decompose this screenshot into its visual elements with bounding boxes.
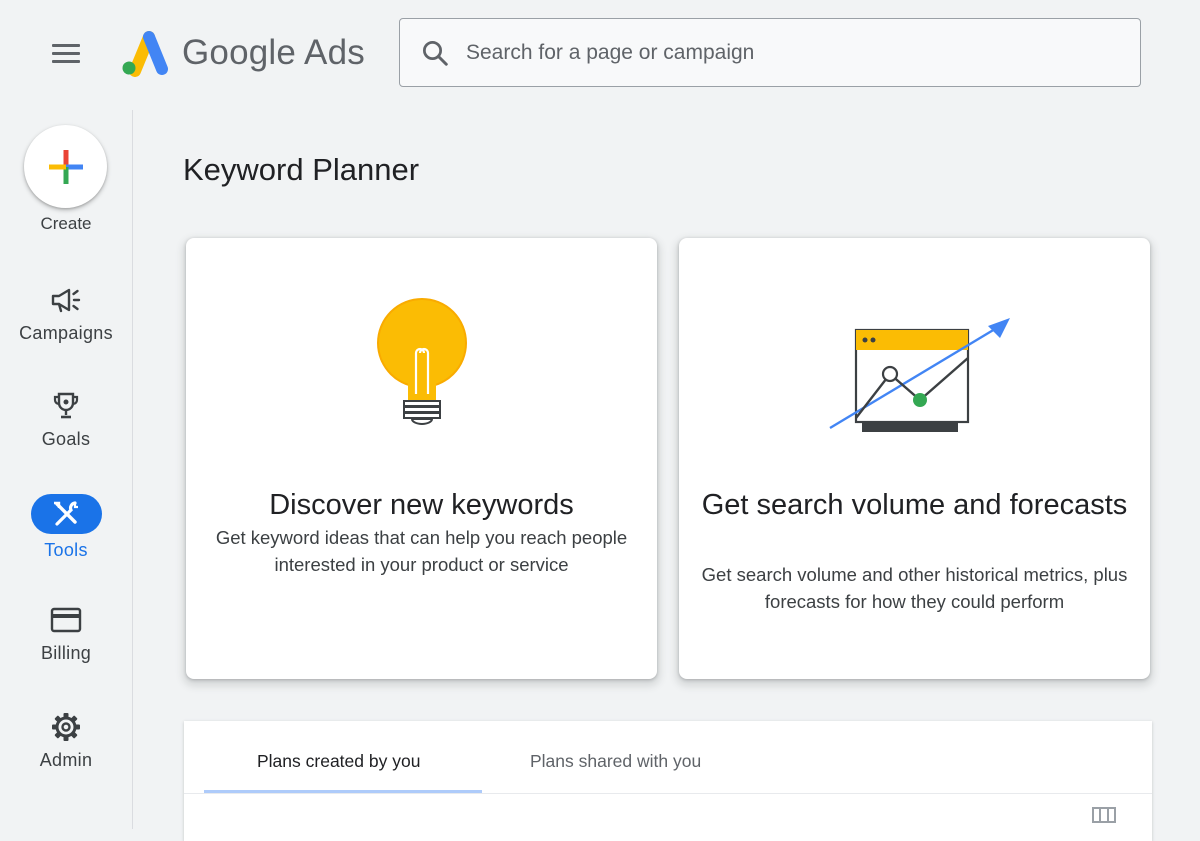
- search-icon: [423, 40, 448, 66]
- sidebar-item-label: Tools: [44, 540, 88, 560]
- google-ads-logo-icon: [122, 31, 168, 77]
- sidebar-item-campaigns[interactable]: Campaigns: [0, 285, 132, 344]
- sidebar-item-admin[interactable]: Admin: [0, 712, 132, 771]
- credit-card-icon: [50, 607, 82, 633]
- main-menu-button[interactable]: [46, 38, 86, 70]
- google-ads-logo[interactable]: Google Ads: [118, 28, 365, 78]
- tools-icon: [54, 501, 78, 526]
- sidebar-item-tools[interactable]: Tools: [0, 494, 132, 561]
- gear-icon: [52, 713, 80, 741]
- card-description: Get keyword ideas that can help you reac…: [215, 527, 628, 575]
- sidebar-divider: [132, 110, 133, 829]
- tab-plans-shared-with-you[interactable]: Plans shared with you: [530, 751, 701, 772]
- page-title: Keyword Planner: [183, 152, 420, 187]
- sidebar-item-billing[interactable]: Billing: [0, 605, 132, 664]
- sidebar-item-label: Admin: [39, 750, 93, 770]
- discover-keywords-card[interactable]: Discover new keywords Get keyword ideas …: [186, 238, 657, 679]
- search-bar[interactable]: [399, 18, 1141, 87]
- sidebar-item-label: Billing: [40, 643, 92, 663]
- card-title: Get search volume and forecasts: [701, 489, 1128, 521]
- create-label: Create: [40, 214, 92, 233]
- create-button[interactable]: [24, 125, 107, 208]
- tab-plans-created-by-you[interactable]: Plans created by you: [257, 751, 420, 772]
- sidebar-item-label: Goals: [41, 429, 91, 449]
- plans-panel: Plans created by you Plans shared with y…: [184, 721, 1152, 841]
- search-input[interactable]: [464, 39, 1140, 66]
- lightbulb-icon: [376, 298, 467, 425]
- logo-text: Google Ads: [182, 33, 365, 72]
- trophy-icon: [53, 392, 79, 419]
- card-description: Get search volume and other historical m…: [701, 564, 1128, 612]
- tab-divider: [184, 793, 1152, 794]
- columns-icon[interactable]: [1092, 807, 1116, 823]
- sidebar-item-goals[interactable]: Goals: [0, 391, 132, 450]
- plus-icon: [48, 149, 83, 184]
- search-volume-card[interactable]: Get search volume and forecasts Get sear…: [679, 238, 1150, 679]
- trend-chart-icon: [828, 318, 1010, 432]
- sidebar-item-label: Campaigns: [19, 323, 113, 343]
- megaphone-icon: [51, 288, 81, 313]
- card-title: Discover new keywords: [269, 489, 574, 521]
